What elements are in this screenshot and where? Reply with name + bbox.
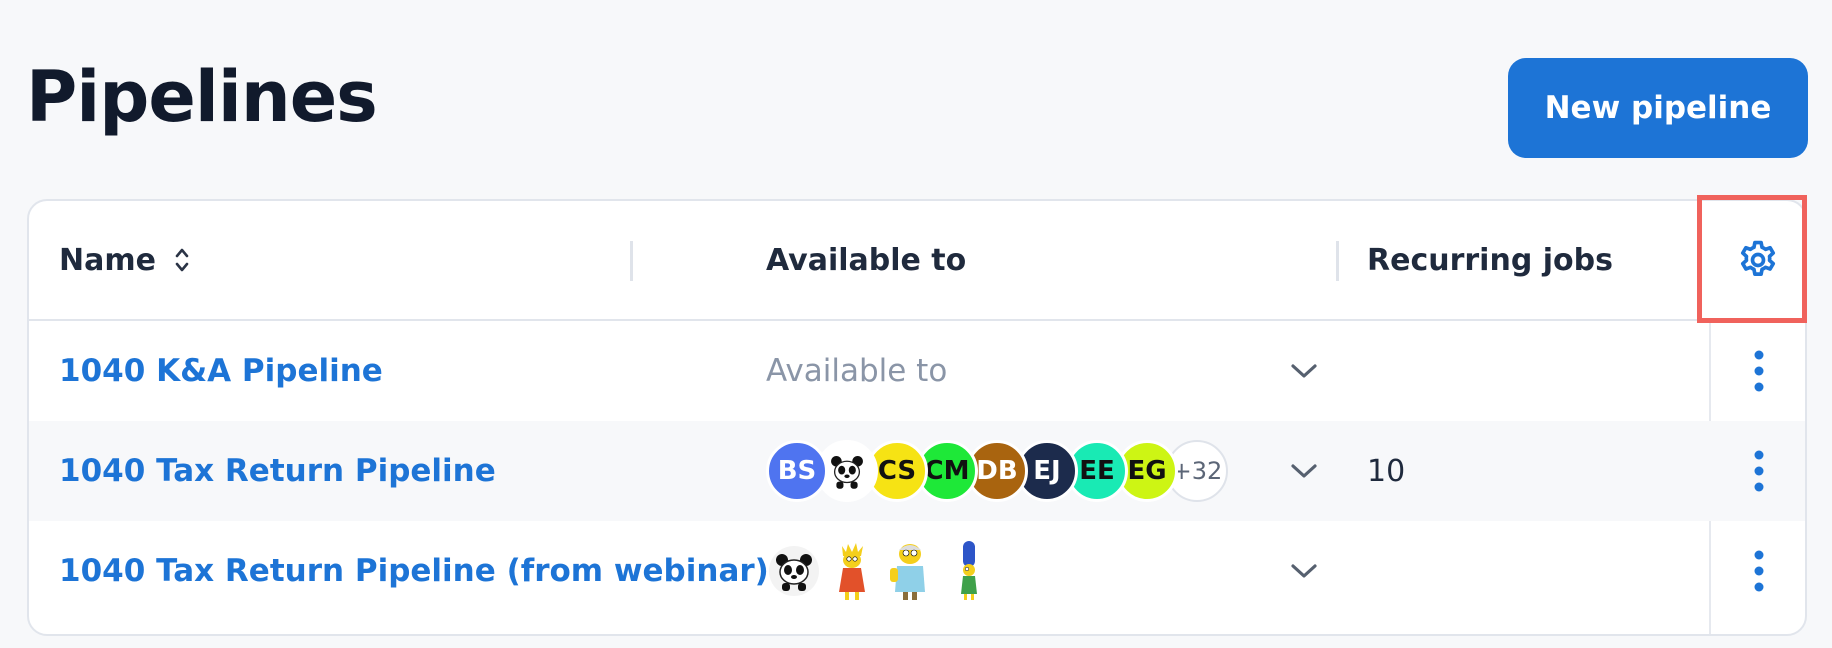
available-to-select[interactable]: Available to <box>766 321 1326 421</box>
avatar-initials: DB <box>976 456 1018 486</box>
row-actions-menu[interactable] <box>1711 421 1805 521</box>
chevron-down-icon[interactable] <box>1274 321 1334 421</box>
avatar-initials: CS <box>877 456 917 486</box>
name-column-header[interactable]: Name <box>59 201 190 319</box>
more-vertical-icon[interactable] <box>1753 449 1765 493</box>
recurring-jobs-value: 10 <box>1367 453 1406 489</box>
grandpa-simpson-icon <box>882 540 938 602</box>
table-row: 1040 K&A Pipeline Available to <box>29 321 1805 421</box>
avatar-initials: EE <box>1079 456 1115 486</box>
new-pipeline-button[interactable]: New pipeline <box>1508 58 1808 158</box>
row-actions-menu[interactable] <box>1711 521 1805 621</box>
table-header: Name Available to Recurring jobs <box>29 201 1805 321</box>
available-to-select[interactable] <box>766 521 1326 621</box>
avatar-group <box>766 540 998 602</box>
more-vertical-icon[interactable] <box>1753 549 1765 593</box>
chevron-down-icon[interactable] <box>1274 521 1334 621</box>
available-to-column-label: Available to <box>766 242 967 278</box>
table-row: 1040 Tax Return Pipeline BS CS CM DB EJ EE EG +… <box>29 421 1805 521</box>
available-to-placeholder: Available to <box>766 353 948 389</box>
chevron-down-icon[interactable] <box>1274 421 1334 521</box>
pipeline-name-link[interactable]: 1040 Tax Return Pipeline (from webinar) <box>59 521 769 621</box>
pipeline-name-link[interactable]: 1040 K&A Pipeline <box>59 321 383 421</box>
more-vertical-icon[interactable] <box>1753 349 1765 393</box>
avatar-initials: CM <box>924 456 970 486</box>
column-divider[interactable] <box>1336 241 1339 281</box>
lisa-simpson-icon <box>824 540 880 602</box>
row-actions-menu[interactable] <box>1711 321 1805 421</box>
avatar-initials: BS <box>777 456 817 486</box>
panda-icon <box>766 540 822 602</box>
sort-icon[interactable] <box>174 245 190 275</box>
gear-icon[interactable] <box>1736 238 1780 282</box>
avatar: BS <box>766 440 828 502</box>
marge-simpson-icon <box>940 540 996 602</box>
available-to-select[interactable]: BS CS CM DB EJ EE EG +32 <box>766 421 1326 521</box>
avatar-initials: EJ <box>1033 456 1061 486</box>
page-title: Pipelines <box>26 56 378 138</box>
recurring-jobs-column-header: Recurring jobs <box>1367 201 1613 319</box>
column-divider[interactable] <box>630 241 633 281</box>
avatar-group: BS CS CM DB EJ EE EG +32 <box>766 440 1228 502</box>
recurring-jobs-column-label: Recurring jobs <box>1367 242 1613 278</box>
column-settings-button[interactable] <box>1709 201 1805 319</box>
available-to-column-header: Available to <box>766 201 966 319</box>
pipelines-table: Name Available to Recurring jobs 1040 K&… <box>27 199 1807 636</box>
table-row: 1040 Tax Return Pipeline (from webinar) <box>29 521 1805 621</box>
avatar-initials: EG <box>1127 456 1167 486</box>
name-column-label: Name <box>59 242 156 278</box>
pipeline-name-link[interactable]: 1040 Tax Return Pipeline <box>59 421 496 521</box>
